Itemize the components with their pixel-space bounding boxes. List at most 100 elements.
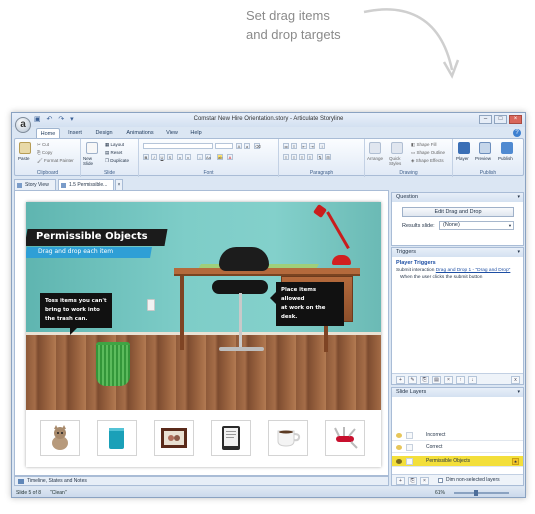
edit-trigger-icon[interactable]: ✎ — [408, 376, 417, 384]
delete-trigger-icon[interactable]: × — [444, 376, 453, 384]
eye-icon[interactable] — [396, 445, 402, 450]
reset-button[interactable]: ▤ Reset — [105, 150, 122, 156]
maximize-icon[interactable]: □ — [494, 115, 507, 124]
decrease-indent-icon[interactable]: ⇤ — [301, 143, 307, 149]
player-icon[interactable] — [458, 142, 470, 154]
font-size-select[interactable] — [215, 143, 233, 149]
align-text-icon[interactable]: ⊞ — [325, 154, 331, 160]
results-slide-select[interactable]: (None) ▼ — [439, 221, 514, 230]
zoom-slider[interactable] — [454, 490, 509, 496]
copy-trigger-icon[interactable]: ⎘ — [420, 376, 429, 384]
font-color-icon[interactable]: A — [227, 154, 233, 160]
tab-design[interactable]: Design — [92, 128, 116, 138]
arrange-icon[interactable] — [369, 142, 381, 154]
new-trigger-icon[interactable]: + — [396, 376, 405, 384]
delete-layer-icon[interactable]: × — [420, 477, 429, 485]
duplicate-layer-icon[interactable]: ⎘ — [408, 477, 417, 485]
publish-button[interactable]: Publish — [498, 156, 513, 161]
mug-drag-item[interactable] — [97, 420, 137, 456]
pocket-knife-drag-item[interactable] — [325, 420, 365, 456]
tab-help[interactable]: Help — [186, 128, 206, 138]
player-button[interactable]: Player — [456, 156, 469, 161]
underline-icon[interactable]: U — [159, 154, 165, 160]
desk-drop-target[interactable] — [174, 268, 360, 276]
strikethrough-icon[interactable]: S — [167, 154, 173, 160]
edit-drag-and-drop-button[interactable]: Edit Drag and Drop — [402, 207, 514, 217]
new-layer-icon[interactable]: + — [396, 477, 405, 485]
eye-icon[interactable] — [396, 459, 402, 464]
new-slide-button[interactable]: New Slide — [83, 156, 103, 166]
justify-icon[interactable]: ≡ — [307, 154, 313, 160]
trash-can-drop-target[interactable] — [96, 342, 130, 386]
panel-dropdown-icon[interactable]: ▾ — [517, 248, 520, 257]
move-up-icon[interactable]: ↑ — [456, 376, 465, 384]
quick-styles-button[interactable]: Quick Styles — [389, 156, 407, 166]
font-family-select[interactable] — [143, 143, 213, 149]
paste-trigger-icon[interactable]: ▤ — [432, 376, 441, 384]
cut-button[interactable]: ✂ Cut — [37, 142, 49, 148]
tablet-drag-item[interactable] — [211, 420, 251, 456]
variables-icon[interactable]: x — [511, 376, 520, 384]
italic-icon[interactable]: I — [151, 154, 157, 160]
paste-icon[interactable] — [19, 142, 31, 154]
trigger-row[interactable]: Submit interaction Drag and Drop 1 - "Dr… — [396, 268, 510, 273]
bold-icon[interactable]: B — [143, 154, 149, 160]
layout-button[interactable]: ▦ Layout — [105, 142, 124, 148]
base-layer-row[interactable]: Permissible Objects ★ — [392, 456, 523, 467]
char-spacing-icon[interactable]: ⇔ — [197, 154, 203, 160]
bullets-icon[interactable]: ≔ — [283, 143, 289, 149]
quick-styles-icon[interactable] — [391, 142, 403, 154]
move-down-icon[interactable]: ↓ — [468, 376, 477, 384]
align-center-icon[interactable]: ≡ — [291, 154, 297, 160]
shape-effects-button[interactable]: ◈ Shape Effects — [411, 158, 444, 164]
close-tab-icon[interactable]: × — [115, 179, 123, 190]
new-slide-icon[interactable] — [86, 142, 98, 154]
publish-icon[interactable] — [501, 142, 513, 154]
tab-insert[interactable]: Insert — [64, 128, 86, 138]
minimize-icon[interactable]: – — [479, 115, 492, 124]
highlight-icon[interactable]: ab — [217, 154, 223, 160]
arrange-button[interactable]: Arrange — [367, 156, 383, 161]
change-case-icon[interactable]: Aa — [205, 154, 211, 160]
line-spacing-icon[interactable]: ↕ — [319, 143, 325, 149]
numbering-icon[interactable]: ≡ — [291, 143, 297, 149]
timeline-bar[interactable]: Timeline, States and Notes — [14, 476, 389, 486]
copy-button[interactable]: ⎘ Copy — [37, 150, 52, 155]
layer-row-correct[interactable]: Correct — [392, 442, 523, 453]
tab-animations[interactable]: Animations — [122, 128, 158, 138]
tab-home[interactable]: Home — [36, 128, 60, 138]
align-right-icon[interactable]: ≡ — [299, 154, 305, 160]
eye-icon[interactable] — [396, 433, 402, 438]
increase-indent-icon[interactable]: ⇥ — [309, 143, 315, 149]
tab-view[interactable]: View — [162, 128, 182, 138]
panel-dropdown-icon[interactable]: ▾ — [517, 388, 520, 397]
quick-access-toolbar[interactable]: ▣ ↶ ↷ ▾ — [34, 115, 76, 123]
text-direction-icon[interactable]: ⇅ — [317, 154, 323, 160]
grow-font-icon[interactable]: A — [236, 143, 242, 149]
duplicate-button[interactable]: ❐ Duplicate — [105, 158, 129, 164]
dim-layers-checkbox[interactable] — [438, 478, 443, 483]
layer-row-incorrect[interactable]: Incorrect — [392, 430, 523, 441]
shape-fill-button[interactable]: ◧ Shape Fill — [411, 142, 437, 148]
superscript-icon[interactable]: x — [185, 154, 191, 160]
kitten-drag-item[interactable] — [40, 420, 80, 456]
coffee-cup-drag-item[interactable] — [268, 420, 308, 456]
format-painter-button[interactable]: 🖌 Format Painter — [37, 158, 74, 164]
shrink-font-icon[interactable]: a — [244, 143, 250, 149]
photo-frame-drag-item[interactable] — [154, 420, 194, 456]
tab-story-view[interactable]: Story View — [14, 179, 56, 190]
close-icon[interactable]: × — [509, 115, 522, 124]
align-left-icon[interactable]: ≡ — [283, 154, 289, 160]
layer-thumbnail — [406, 444, 413, 451]
subscript-icon[interactable]: x — [177, 154, 183, 160]
panel-dropdown-icon[interactable]: ▾ — [517, 193, 520, 202]
clear-format-icon[interactable]: ⌫ — [254, 143, 261, 149]
help-icon[interactable]: ? — [513, 129, 521, 137]
shape-outline-button[interactable]: ▭ Shape Outline — [411, 150, 445, 156]
preview-button[interactable]: Preview — [475, 156, 491, 161]
paste-button[interactable]: Paste — [18, 156, 30, 161]
storyline-orb-icon[interactable]: a — [15, 117, 31, 133]
trigger-target-link[interactable]: Drag and Drop 1 - "Drag and Drop" — [436, 268, 511, 273]
preview-icon[interactable] — [479, 142, 491, 154]
tab-current-slide[interactable]: 1.5 Permissible... — [58, 179, 114, 190]
